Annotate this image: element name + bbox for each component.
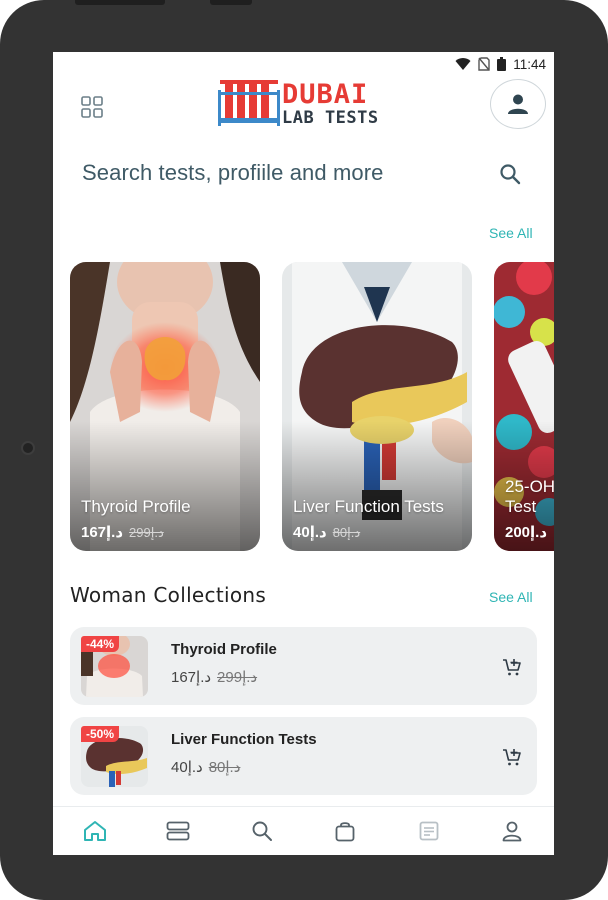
nav-bag[interactable] bbox=[331, 817, 359, 845]
nav-orders[interactable] bbox=[415, 817, 443, 845]
add-to-cart-icon[interactable] bbox=[502, 747, 522, 767]
frame-button bbox=[210, 0, 252, 5]
app-screen: 11:44 DUBAI LAB TESTS Search tests, prof… bbox=[53, 52, 554, 855]
card-price: 167د.إ bbox=[81, 524, 124, 541]
profile-icon bbox=[502, 821, 522, 842]
nav-profile[interactable] bbox=[498, 817, 526, 845]
home-icon bbox=[83, 821, 106, 841]
card-price-row: 40د.إ 80د.إ bbox=[293, 523, 360, 541]
test-tube-rack-icon bbox=[218, 80, 280, 126]
grid-menu-button[interactable] bbox=[79, 94, 105, 120]
frame-button bbox=[75, 0, 165, 5]
categories-icon bbox=[166, 821, 190, 841]
product-old-price: 80د.إ bbox=[208, 759, 241, 776]
featured-see-all-link[interactable]: See All bbox=[489, 225, 533, 241]
card-price: 200د.إ bbox=[505, 524, 548, 541]
no-sim-icon bbox=[478, 57, 490, 71]
profile-button[interactable] bbox=[490, 79, 546, 129]
collections-see-all-link[interactable]: See All bbox=[489, 589, 533, 605]
card-price: 40د.إ bbox=[293, 524, 327, 541]
wifi-icon bbox=[455, 57, 471, 70]
card-title: Liver Function Tests bbox=[293, 497, 444, 516]
app-logo: DUBAI LAB TESTS bbox=[218, 78, 383, 130]
tablet-frame: 11:44 DUBAI LAB TESTS Search tests, prof… bbox=[0, 0, 608, 900]
bag-icon bbox=[335, 822, 355, 842]
featured-card-25-oh[interactable]: 25-OH Test 200د.إ bbox=[494, 262, 554, 551]
product-price: 40د.إ bbox=[171, 759, 203, 776]
card-title: 25-OH Test bbox=[505, 477, 554, 516]
search-icon bbox=[252, 821, 272, 841]
logo-title: DUBAI bbox=[282, 79, 369, 110]
search-input[interactable]: Search tests, profiile and more bbox=[82, 160, 383, 186]
product-old-price: 299د.إ bbox=[217, 669, 258, 686]
grid-menu-icon bbox=[81, 96, 103, 118]
section-title: Woman Collections bbox=[70, 583, 267, 607]
product-price-row: 167د.إ 299د.إ bbox=[171, 668, 257, 686]
nav-search[interactable] bbox=[248, 817, 276, 845]
status-bar: 11:44 bbox=[53, 52, 554, 76]
list-item[interactable]: -44% Thyroid Profile 167د.إ 299د.إ bbox=[70, 627, 537, 705]
add-to-cart-icon[interactable] bbox=[502, 657, 522, 677]
product-price-row: 40د.إ 80د.إ bbox=[171, 758, 240, 776]
clock: 11:44 bbox=[513, 56, 546, 72]
featured-card-liver[interactable]: Liver Function Tests 40د.إ 80د.إ bbox=[282, 262, 472, 551]
battery-icon bbox=[497, 57, 507, 71]
camera-icon bbox=[21, 441, 35, 455]
product-name: Thyroid Profile bbox=[171, 641, 277, 658]
search-icon[interactable] bbox=[499, 163, 521, 185]
discount-badge: -44% bbox=[81, 636, 120, 652]
card-title: Thyroid Profile bbox=[81, 497, 191, 516]
nav-categories[interactable] bbox=[164, 817, 192, 845]
featured-card-thyroid[interactable]: Thyroid Profile 167د.إ 299د.إ bbox=[70, 262, 260, 551]
card-old-price: 299د.إ bbox=[129, 525, 164, 540]
card-old-price: 80د.إ bbox=[332, 525, 361, 540]
product-name: Liver Function Tests bbox=[171, 731, 317, 748]
logo-subtitle: LAB TESTS bbox=[282, 108, 379, 128]
product-price: 167د.إ bbox=[171, 669, 212, 686]
discount-badge: -50% bbox=[81, 726, 120, 742]
bottom-navigation bbox=[53, 806, 554, 855]
user-icon bbox=[508, 94, 528, 114]
list-item[interactable]: -50% Liver Function Tests 40د.إ 80د.إ bbox=[70, 717, 537, 795]
receipt-icon bbox=[419, 821, 439, 841]
card-price-row: 200د.إ bbox=[505, 523, 547, 541]
card-price-row: 167د.إ 299د.إ bbox=[81, 523, 164, 541]
nav-home[interactable] bbox=[81, 817, 109, 845]
